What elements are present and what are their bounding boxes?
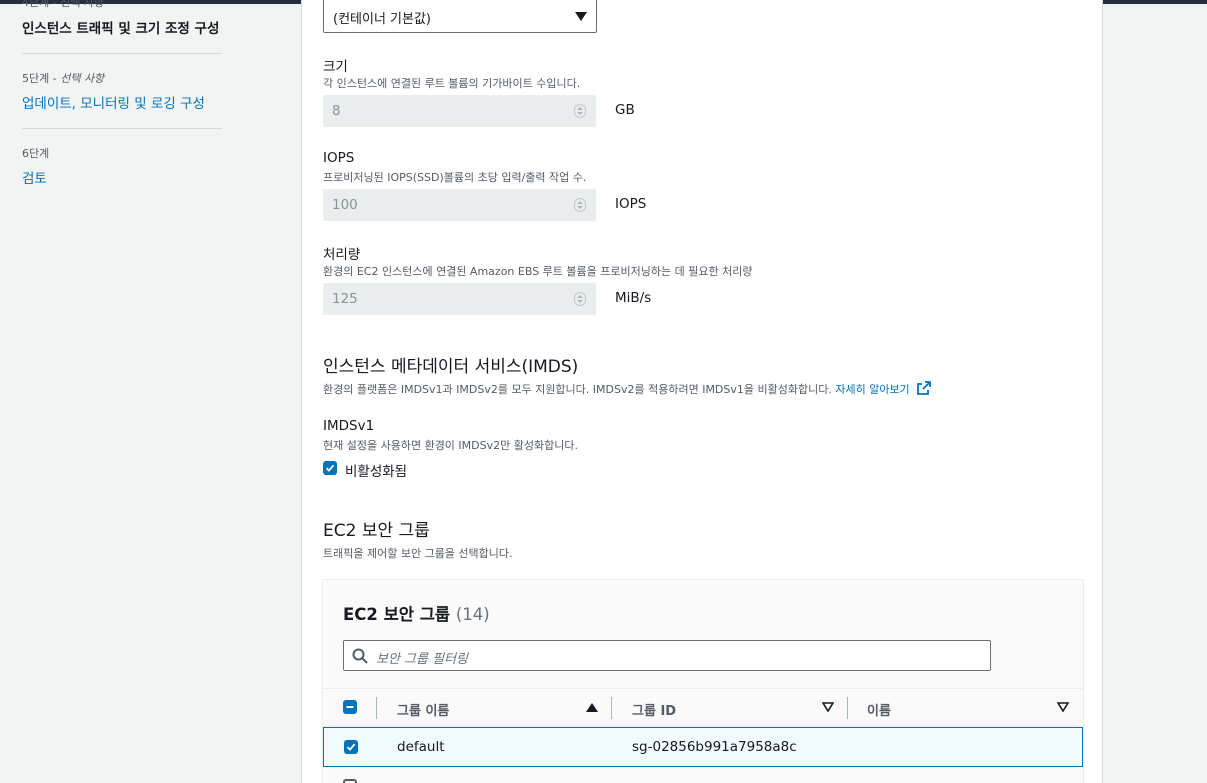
nav-divider (22, 53, 222, 54)
number-spinner-icon[interactable] (574, 292, 586, 306)
sort-icon (822, 702, 834, 712)
checkmark-icon (346, 743, 356, 751)
iops-unit: IOPS (615, 196, 647, 212)
external-link-icon[interactable] (917, 381, 932, 398)
throughput-unit: MiB/s (615, 290, 652, 306)
size-value: 8 (332, 103, 341, 119)
caret-down-icon (575, 12, 587, 21)
column-name[interactable]: 이름 (867, 700, 891, 719)
step-5-caption: 5단계 - 선택 사항 (22, 72, 105, 85)
column-group-name[interactable]: 그룹 이름 (397, 700, 449, 719)
table-title: EC2 보안 그룹 (14) (343, 605, 490, 624)
imds-description: 환경의 플랫폼은 IMDSv1과 IMDSv2를 모두 지원합니다. IMDSv… (323, 381, 932, 398)
imdsv1-label: IMDSv1 (323, 418, 375, 434)
imds-section-title: 인스턴스 메타데이터 서비스(IMDS) (323, 357, 579, 377)
imdsv1-description: 현재 설정을 사용하면 환경이 IMDSv2만 활성화합니다. (323, 439, 578, 452)
iops-value: 100 (332, 197, 358, 213)
security-group-description: 트래픽을 제어할 보안 그룹을 선택합니다. (323, 547, 513, 560)
step-6-caption: 6단계 (22, 147, 50, 160)
learn-more-link[interactable]: 자세히 알아보기 (835, 383, 909, 396)
wizard-step-nav: 4단계 - 선택 사항 인스턴스 트래픽 및 크기 조정 구성 5단계 - 선택… (0, 0, 300, 783)
search-icon (352, 648, 368, 664)
volume-type-value: (컨테이너 기본값) (333, 12, 431, 27)
step-6-link[interactable]: 검토 (22, 167, 47, 187)
table-header: 그룹 이름 그룹 ID 이름 (323, 688, 1083, 727)
iops-label: IOPS (323, 150, 355, 166)
imdsv1-checkbox-label[interactable]: 비활성화됨 (345, 460, 407, 480)
select-all-checkbox[interactable] (343, 700, 357, 714)
size-description: 각 인스턴스에 연결된 루트 볼륨의 기가바이트 수입니다. (323, 77, 581, 90)
imdsv1-disabled-checkbox[interactable] (323, 461, 337, 475)
size-label: 크기 (323, 59, 348, 75)
number-spinner-icon[interactable] (574, 104, 586, 118)
table-count: (14) (455, 605, 490, 624)
step-4-title: 인스턴스 트래픽 및 크기 조정 구성 (22, 21, 220, 37)
table-row[interactable]: default sg-02856b991a7958a8c (323, 727, 1083, 767)
size-input[interactable]: 8 (323, 95, 596, 127)
configuration-panel: (컨테이너 기본값) 크기 각 인스턴스에 연결된 루트 볼륨의 기가바이트 수… (301, 0, 1103, 783)
volume-type-select[interactable]: (컨테이너 기본값) (323, 0, 597, 33)
column-separator (376, 697, 377, 719)
column-group-id[interactable]: 그룹 ID (632, 700, 676, 719)
step-5-link[interactable]: 업데이트, 모니터링 및 로깅 구성 (22, 92, 205, 112)
column-separator[interactable] (611, 697, 612, 719)
filter-placeholder: 보안 그룹 필터링 (376, 652, 468, 667)
row-checkbox[interactable] (343, 779, 357, 783)
sort-icon (1057, 702, 1069, 712)
column-separator[interactable] (847, 697, 848, 719)
iops-description: 프로비저닝된 IOPS(SSD)볼륨의 초당 입력/출력 작업 수. (323, 171, 587, 184)
step-4-caption: 4단계 - 선택 사항 (22, 0, 105, 9)
security-group-filter-input[interactable]: 보안 그룹 필터링 (343, 640, 991, 671)
row-checkbox[interactable] (344, 740, 358, 754)
indeterminate-icon (346, 706, 354, 708)
security-group-table-container: EC2 보안 그룹 (14) 보안 그룹 필터링 그룹 이름 그룹 ID 이름 (322, 579, 1084, 783)
throughput-value: 125 (332, 291, 358, 307)
nav-divider (22, 128, 222, 129)
size-unit: GB (615, 102, 635, 118)
sort-ascending-icon[interactable] (586, 703, 598, 712)
number-spinner-icon[interactable] (574, 198, 586, 212)
throughput-input[interactable]: 125 (323, 283, 596, 315)
throughput-description: 환경의 EC2 인스턴스에 연결된 Amazon EBS 루트 볼륨을 프로비저… (323, 265, 753, 278)
iops-input[interactable]: 100 (323, 189, 596, 221)
cell-group-name: default (397, 739, 445, 755)
throughput-label: 처리량 (323, 247, 361, 263)
cell-group-id: sg-02856b991a7958a8c (632, 739, 797, 755)
security-group-section-title: EC2 보안 그룹 (323, 521, 430, 541)
checkmark-icon (325, 464, 335, 472)
